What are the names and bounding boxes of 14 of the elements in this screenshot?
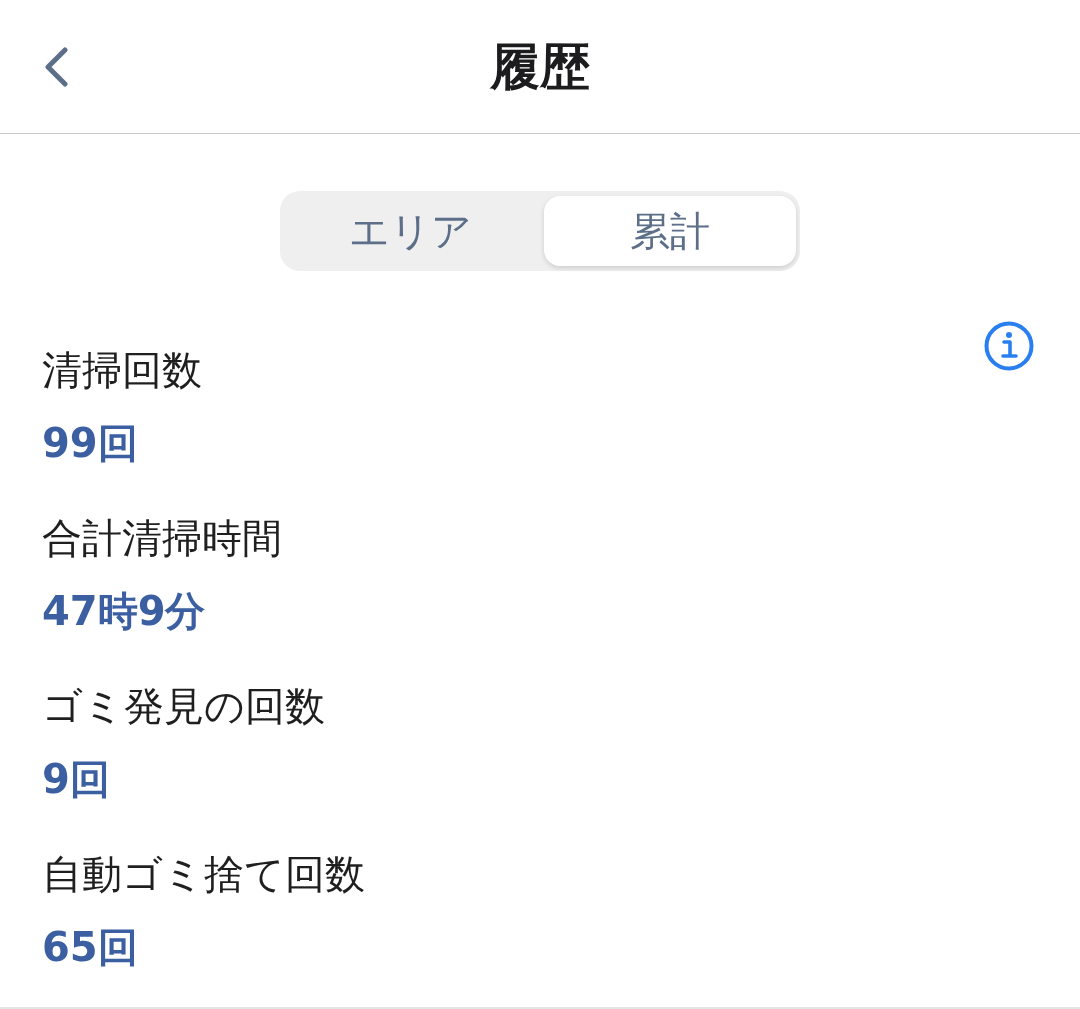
stat-value: 47時9分 (42, 587, 207, 636)
info-button[interactable] (984, 321, 1034, 371)
page-title: 履歴 (488, 36, 591, 97)
stat-value: 9回 (42, 755, 111, 804)
stat-label: 清掃回数 (42, 346, 203, 395)
segment-tab[interactable]: 累計 (544, 196, 796, 266)
stat-value: 99回 (42, 419, 139, 468)
info-icon (984, 321, 1034, 371)
stat-value: 65回 (42, 923, 139, 972)
stat-label: ゴミ発見の回数 (42, 682, 326, 731)
back-icon (43, 46, 69, 87)
stat-label: 自動ゴミ捨て回数 (42, 850, 365, 899)
stat-label: 合計清掃時間 (42, 514, 283, 563)
segment-tab[interactable]: エリア (284, 196, 536, 266)
